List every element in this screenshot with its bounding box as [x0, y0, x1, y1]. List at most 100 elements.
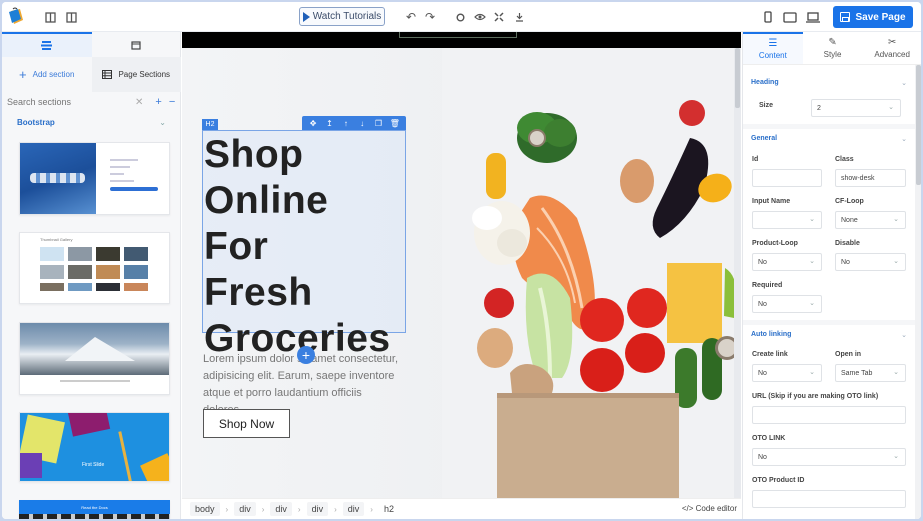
id-label: Id	[752, 156, 759, 163]
pages-icon	[131, 40, 141, 50]
section-thumbnail-header[interactable]: Read the Docs	[19, 500, 170, 519]
collapse-all-icon[interactable]: −	[169, 96, 175, 108]
general-section-header[interactable]: General ⌄	[751, 135, 907, 143]
product-loop-select[interactable]: No ⌄	[752, 253, 822, 271]
watch-tutorials-button[interactable]: Watch Tutorials	[299, 7, 385, 26]
desktop-device-icon[interactable]	[806, 10, 820, 24]
page-sections-button[interactable]: Page Sections	[91, 57, 181, 92]
select-parent-icon[interactable]: ↥	[323, 119, 335, 128]
disable-label: Disable	[835, 240, 860, 247]
play-icon	[302, 11, 310, 22]
section-thumbnail-slide[interactable]: First Slide	[19, 412, 170, 482]
element-breadcrumb: body › div › div › div › div › h2 </> Code ed…	[182, 498, 741, 519]
shop-now-button[interactable]: Shop Now	[203, 409, 290, 438]
list-table-icon	[102, 70, 113, 79]
sections-panel: + Add section Page Sections ✕ + − Bootst…	[2, 32, 181, 519]
cf-loop-label: CF-Loop	[835, 198, 864, 205]
tablet-device-icon[interactable]	[783, 10, 797, 24]
cf-loop-select[interactable]: None ⌄	[835, 211, 906, 229]
breadcrumb-item[interactable]: body	[190, 502, 220, 516]
add-element-button[interactable]: +	[297, 346, 315, 364]
chevron-down-icon: ⌄	[901, 332, 907, 339]
page-sections-label: Page Sections	[118, 70, 171, 79]
breadcrumb-item[interactable]: div	[234, 502, 256, 516]
breadcrumb-item[interactable]: div	[306, 502, 329, 516]
size-label: Size	[759, 102, 774, 109]
tab-pages[interactable]	[92, 32, 182, 57]
tab-blocks[interactable]	[2, 32, 92, 57]
layout-right-icon[interactable]	[64, 10, 78, 24]
redo-icon[interactable]: ↷	[423, 10, 437, 24]
tab-advanced[interactable]: ✂ Advanced	[862, 32, 921, 64]
download-icon[interactable]	[512, 10, 526, 24]
pencil-icon: ✎	[828, 37, 837, 48]
blocks-icon	[41, 41, 53, 50]
tab-style[interactable]: ✎ Style	[803, 32, 863, 64]
required-select[interactable]: No ⌄	[752, 295, 822, 313]
create-link-label: Create link	[752, 351, 788, 358]
undo-icon[interactable]: ↶	[404, 10, 418, 24]
sliders-icon: ☰	[768, 38, 778, 49]
oto-product-id-label: OTO Product ID	[752, 477, 805, 484]
size-select[interactable]: 2 ⌄	[811, 99, 901, 117]
category-bootstrap[interactable]: Bootstrap ⌄	[2, 114, 181, 130]
clear-search-icon[interactable]: ✕	[135, 97, 143, 108]
properties-scrollbar[interactable]	[915, 65, 921, 519]
move-down-icon[interactable]: ↓	[356, 119, 368, 128]
input-name-label: Input Name	[752, 198, 791, 205]
hero-heading[interactable]: Shop Online For Fresh Groceries	[204, 132, 404, 362]
code-icon: </>	[681, 504, 696, 513]
mobile-device-icon[interactable]	[761, 10, 775, 24]
layout-left-icon[interactable]	[43, 10, 57, 24]
breadcrumb-item[interactable]: h2	[379, 502, 399, 516]
editor-canvas[interactable]: H2 ✥ ↥ ↑ ↓ ❐ 🗑 Shop Online For Fresh Gro…	[182, 32, 741, 498]
section-thumbnail-gallery[interactable]: Thumbnail Gallery	[19, 232, 170, 304]
disable-select[interactable]: No ⌄	[835, 253, 906, 271]
url-input[interactable]	[752, 406, 906, 424]
add-section-button[interactable]: + Add section	[2, 57, 92, 92]
id-input[interactable]	[752, 169, 822, 187]
save-page-button[interactable]: Save Page	[833, 6, 913, 28]
tab-content[interactable]: ☰ Content	[743, 32, 803, 64]
section-search-row: ✕ + −	[2, 92, 181, 112]
oto-link-select[interactable]: No ⌄	[752, 448, 906, 466]
breadcrumb-item[interactable]: div	[270, 502, 292, 516]
fullscreen-icon[interactable]	[492, 10, 506, 24]
canvas-navbar	[182, 32, 741, 48]
hero-section[interactable]: H2 ✥ ↥ ↑ ↓ ❐ 🗑 Shop Online For Fresh Gro…	[182, 48, 734, 498]
thumbnail-caption: Thumbnail Gallery	[40, 237, 73, 242]
breadcrumb-item[interactable]: div	[342, 502, 365, 516]
move-icon[interactable]: ✥	[307, 119, 319, 128]
url-label: URL (Skip if you are making OTO link)	[752, 393, 879, 400]
oto-product-id-input[interactable]	[752, 490, 906, 508]
class-input[interactable]: show-desk	[835, 169, 906, 187]
open-in-select[interactable]: Same Tab ⌄	[835, 364, 906, 382]
plus-icon: +	[19, 67, 27, 82]
canvas-scrollbar[interactable]	[734, 48, 741, 498]
create-link-select[interactable]: No ⌄	[752, 364, 822, 382]
properties-body: Heading ⌄ Size 2 ⌄ General ⌄ Id Class show-…	[743, 65, 915, 519]
chevron-down-icon: ⌄	[901, 136, 907, 143]
input-name-select[interactable]: ⌄	[752, 211, 822, 229]
delete-icon[interactable]: 🗑	[389, 119, 401, 128]
section-thumbnail-login[interactable]	[19, 142, 170, 215]
expand-all-icon[interactable]: +	[155, 96, 161, 108]
groceries-image[interactable]	[442, 48, 734, 498]
left-panel-tabs	[2, 32, 181, 57]
move-up-icon[interactable]: ↑	[340, 119, 352, 128]
heading-section-header[interactable]: Heading ⌄	[751, 79, 907, 87]
search-sections-input[interactable]	[7, 97, 127, 107]
thumbnail-caption: Read the Docs	[19, 500, 170, 514]
element-type-badge: H2	[202, 119, 218, 130]
thumbnail-caption: First Slide	[82, 462, 105, 468]
top-toolbar: Watch Tutorials ↶ ↷ Save Page	[2, 2, 921, 32]
clone-icon[interactable]: ❐	[372, 119, 384, 128]
product-loop-label: Product-Loop	[752, 240, 798, 247]
preview-eye-icon[interactable]	[473, 10, 487, 24]
section-thumbnail-mountain[interactable]	[19, 322, 170, 395]
record-icon[interactable]	[453, 10, 467, 24]
add-section-label: Add section	[32, 70, 75, 79]
auto-linking-section-header[interactable]: Auto linking ⌄	[751, 331, 907, 339]
properties-tabs: ☰ Content ✎ Style ✂ Advanced	[743, 32, 921, 65]
code-editor-button[interactable]: </> Code editor	[682, 504, 737, 513]
